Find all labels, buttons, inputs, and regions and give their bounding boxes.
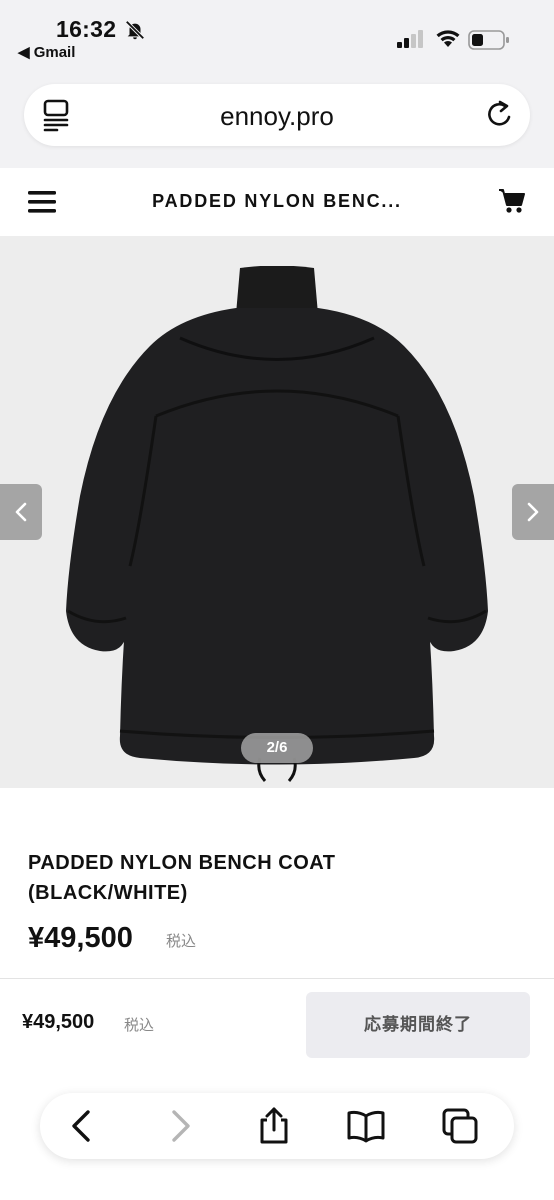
back-icon[interactable] xyxy=(62,1106,102,1146)
cellular-signal-icon xyxy=(397,30,423,48)
product-price: ¥49,500 xyxy=(28,922,133,954)
chevron-left-icon xyxy=(15,502,27,522)
application-closed-button[interactable]: 応募期間終了 xyxy=(306,992,530,1058)
forward-icon[interactable] xyxy=(160,1106,200,1146)
wifi-icon xyxy=(436,30,460,47)
tax-label: 税込 xyxy=(166,933,197,950)
battery-icon xyxy=(468,30,509,50)
bookmarks-icon[interactable] xyxy=(346,1106,386,1146)
share-icon[interactable] xyxy=(254,1106,294,1146)
cart-icon[interactable] xyxy=(498,188,526,214)
url-domain[interactable]: ennoy.pro xyxy=(24,101,530,132)
back-to-app-link[interactable]: ◀ Gmail xyxy=(18,43,75,61)
status-time: 16:32 xyxy=(56,16,117,42)
product-name: PADDED NYLON BENCH COAT (BLACK/WHITE) xyxy=(28,848,335,908)
product-image-gallery[interactable]: 2/6 xyxy=(0,236,554,788)
gallery-counter: 2/6 xyxy=(241,733,313,763)
gallery-prev-button[interactable] xyxy=(0,484,42,540)
product-name-line1: PADDED NYLON BENCH COAT xyxy=(28,852,336,874)
status-bar: 16:32 ◀ Gmail xyxy=(0,0,554,70)
purchase-bar: ¥49,500 税込 応募期間終了 xyxy=(0,979,554,1064)
product-name-line2: (BLACK/WHITE) xyxy=(28,882,188,904)
gallery-next-button[interactable] xyxy=(512,484,554,540)
tabs-icon[interactable] xyxy=(440,1106,480,1146)
reload-icon[interactable] xyxy=(484,98,516,132)
product-info: PADDED NYLON BENCH COAT (BLACK/WHITE) ¥4… xyxy=(0,788,554,978)
page-title: PADDED NYLON BENC... xyxy=(152,191,402,211)
address-bar[interactable]: ennoy.pro xyxy=(24,84,530,146)
chevron-right-icon xyxy=(527,502,539,522)
bell-muted-icon xyxy=(125,20,145,40)
site-header: PADDED NYLON BENC... xyxy=(0,168,554,236)
browser-toolbar xyxy=(40,1093,514,1159)
hamburger-menu-icon[interactable] xyxy=(28,190,56,214)
purchase-bar-tax-label: 税込 xyxy=(124,1017,155,1034)
purchase-bar-price: ¥49,500 xyxy=(22,1011,95,1033)
product-image xyxy=(66,266,488,783)
